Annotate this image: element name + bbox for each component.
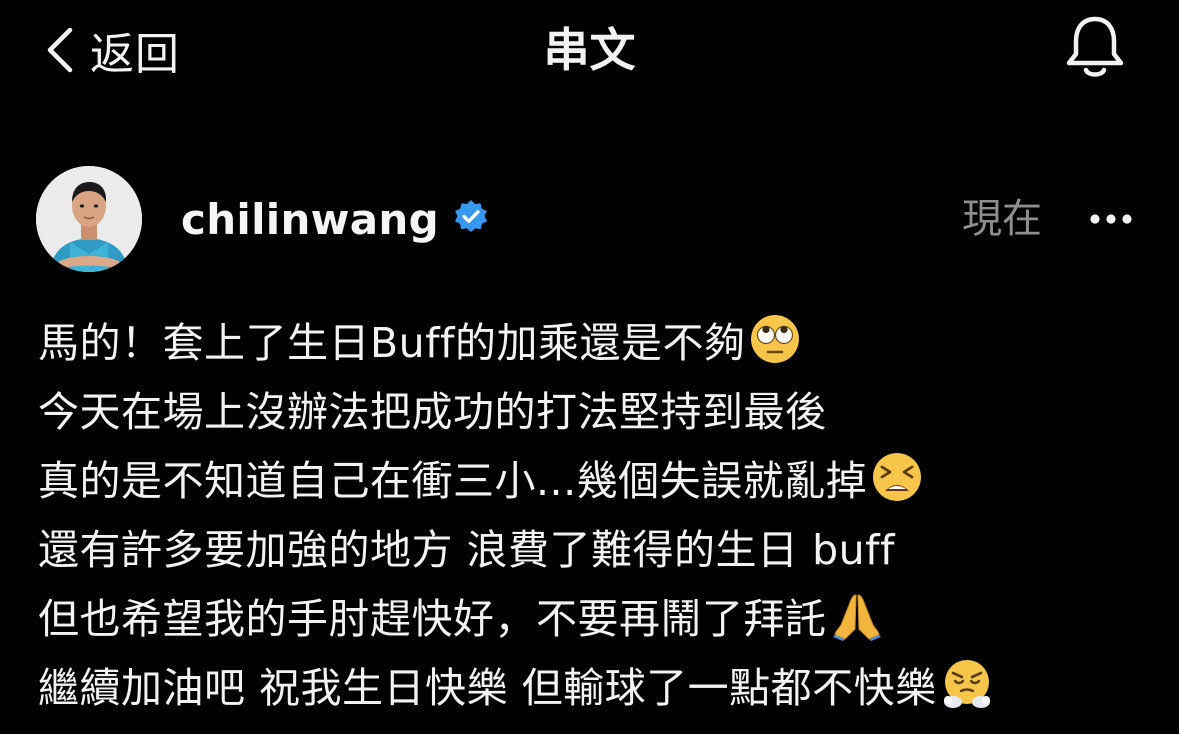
folded-hands-icon bbox=[831, 589, 883, 641]
back-label: 返回 bbox=[90, 29, 180, 80]
post-line-text: 繼續加油吧 祝我生日快樂 但輸球了一點都不快樂 bbox=[38, 663, 937, 712]
post-line: 繼續加油吧 祝我生日快樂 但輸球了一點都不快樂 bbox=[38, 649, 1158, 718]
post-line: 馬的！套上了生日Buff的加乘還是不夠 bbox=[38, 304, 1158, 373]
post-header: chilinwang 現在 bbox=[36, 166, 1146, 272]
post-line: 真的是不知道自己在衝三小...幾個失誤就亂掉 bbox=[38, 442, 1158, 511]
post-timestamp: 現在 bbox=[962, 196, 1042, 242]
post-line: 今天在場上沒辦法把成功的打法堅持到最後 bbox=[38, 373, 1158, 442]
more-options-button[interactable] bbox=[1081, 196, 1141, 242]
avatar[interactable] bbox=[36, 166, 142, 272]
post-line-text: 今天在場上沒辦法把成功的打法堅持到最後 bbox=[38, 387, 827, 436]
face-with-rolling-eyes-icon bbox=[749, 313, 801, 365]
post-line-text: 但也希望我的手肘趕快好，不要再鬧了拜託 bbox=[38, 594, 827, 643]
post-line: 還有許多要加強的地方 浪費了難得的生日 buff bbox=[38, 511, 1158, 580]
username[interactable]: chilinwang bbox=[181, 195, 439, 244]
post-line: 但也希望我的手肘趕快好，不要再鬧了拜託 bbox=[38, 580, 1158, 649]
more-horizontal-icon bbox=[1089, 210, 1133, 229]
post-line-text: 真的是不知道自己在衝三小...幾個失誤就亂掉 bbox=[38, 456, 868, 505]
post-line-text: 還有許多要加強的地方 浪費了難得的生日 buff bbox=[38, 525, 895, 574]
back-button[interactable]: 返回 bbox=[44, 22, 180, 80]
bell-icon bbox=[1064, 14, 1126, 84]
chevron-left-icon bbox=[44, 26, 76, 74]
face-with-steam-from-nose-icon bbox=[941, 658, 993, 710]
post-line-text: 馬的！套上了生日Buff的加乘還是不夠 bbox=[38, 318, 746, 367]
author-row: chilinwang bbox=[181, 192, 489, 246]
verified-badge-icon bbox=[453, 199, 489, 239]
tired-face-icon bbox=[871, 451, 923, 503]
notification-bell-button[interactable] bbox=[1060, 14, 1130, 84]
top-navigation-bar: 返回 串文 bbox=[0, 0, 1179, 100]
post-body: 馬的！套上了生日Buff的加乘還是不夠 今天在場上沒辦法把成功的打法堅持到最後 … bbox=[38, 304, 1158, 718]
